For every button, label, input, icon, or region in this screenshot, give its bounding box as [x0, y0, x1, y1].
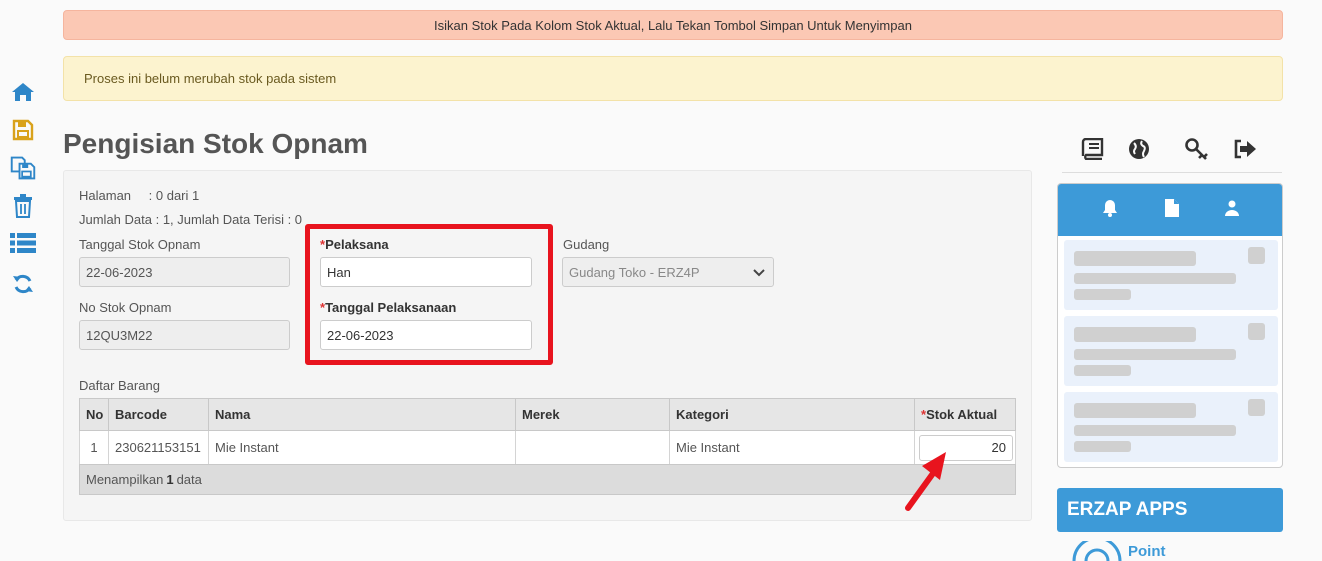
- no-stok-label: No Stok Opnam: [79, 300, 172, 315]
- tanggal-stok-label: Tanggal Stok Opnam: [79, 237, 201, 252]
- instruction-alert-text: Isikan Stok Pada Kolom Stok Aktual, Lalu…: [434, 17, 912, 33]
- cell-barcode: 230621153151: [108, 430, 209, 465]
- table-header-row: No Barcode Nama Merek Kategori *Stok Akt…: [79, 398, 1016, 431]
- chevron-down-icon: [753, 265, 765, 280]
- right-divider: [1062, 172, 1282, 173]
- col-nama: Nama: [208, 398, 516, 431]
- refresh-icon[interactable]: [10, 271, 36, 297]
- table-row: 1 230621153151 Mie Instant Mie Instant 2…: [79, 430, 1016, 465]
- halaman-label: Halaman: [79, 188, 132, 203]
- table-footer: Menampilkan 1 data: [79, 464, 1016, 495]
- cell-nama: Mie Instant: [208, 430, 516, 465]
- warning-alert: Proses ini belum merubah stok pada siste…: [63, 56, 1283, 101]
- instruction-alert: Isikan Stok Pada Kolom Stok Aktual, Lalu…: [63, 10, 1283, 40]
- gudang-select[interactable]: Gudang Toko - ERZ4P: [562, 257, 774, 287]
- erzap-apps-header: ERZAP APPS: [1057, 488, 1283, 532]
- col-no: No: [79, 398, 109, 431]
- items-table: No Barcode Nama Merek Kategori *Stok Akt…: [79, 398, 1016, 465]
- home-icon[interactable]: [10, 79, 36, 105]
- save-icon[interactable]: [10, 117, 36, 143]
- annotation-arrow: [905, 452, 946, 511]
- col-stok-aktual-label: Stok Aktual: [926, 407, 998, 422]
- document-icon[interactable]: [1165, 198, 1179, 222]
- footer-prefix: Menampilkan: [86, 472, 164, 487]
- no-stok-field[interactable]: 12QU3M22: [79, 320, 290, 350]
- cell-no: 1: [79, 430, 109, 465]
- save-multiple-icon[interactable]: [10, 155, 36, 181]
- key-icon[interactable]: [1184, 136, 1210, 162]
- cell-kategori: Mie Instant: [669, 430, 915, 465]
- logout-icon[interactable]: [1232, 136, 1258, 162]
- erzap-apps-title: ERZAP APPS: [1067, 499, 1188, 520]
- col-barcode: Barcode: [108, 398, 209, 431]
- cell-merek: [515, 430, 670, 465]
- bell-icon[interactable]: [1101, 199, 1119, 222]
- jumlah-data-info: Jumlah Data : 1, Jumlah Data Terisi : 0: [79, 212, 303, 227]
- globe-icon[interactable]: [1126, 136, 1152, 162]
- halaman-value: : 0 dari 1: [148, 188, 200, 203]
- page-info: Halaman : 0 dari 1: [79, 188, 199, 203]
- col-stok-aktual: *Stok Aktual: [914, 398, 1016, 431]
- col-merek: Merek: [515, 398, 670, 431]
- notification-tabs: [1058, 184, 1282, 236]
- gudang-select-value: Gudang Toko - ERZ4P: [569, 264, 700, 280]
- col-kategori: Kategori: [669, 398, 915, 431]
- apps-list-item[interactable]: Point: [1072, 541, 1232, 561]
- tanggal-stok-field[interactable]: 22-06-2023: [79, 257, 290, 287]
- user-icon[interactable]: [1225, 200, 1239, 221]
- footer-suffix: data: [176, 472, 202, 487]
- book-icon[interactable]: [1079, 136, 1105, 162]
- footer-count: 1: [166, 472, 174, 487]
- notification-item-placeholder: [1064, 392, 1278, 462]
- notification-item-placeholder: [1064, 316, 1278, 386]
- right-toolbar: [1070, 136, 1270, 162]
- list-icon[interactable]: [10, 230, 36, 256]
- notification-panel: [1057, 183, 1283, 468]
- page-title: Pengisian Stok Opnam: [63, 128, 368, 159]
- daftar-barang-label: Daftar Barang: [79, 378, 160, 393]
- notification-item-placeholder: [1064, 240, 1278, 310]
- gudang-label: Gudang: [563, 237, 610, 252]
- point-app-label: Point: [1128, 543, 1166, 560]
- trash-icon[interactable]: [10, 193, 36, 219]
- highlight-box: [305, 224, 553, 365]
- warning-alert-text: Proses ini belum merubah stok pada siste…: [84, 71, 337, 86]
- point-app-icon: [1072, 541, 1122, 561]
